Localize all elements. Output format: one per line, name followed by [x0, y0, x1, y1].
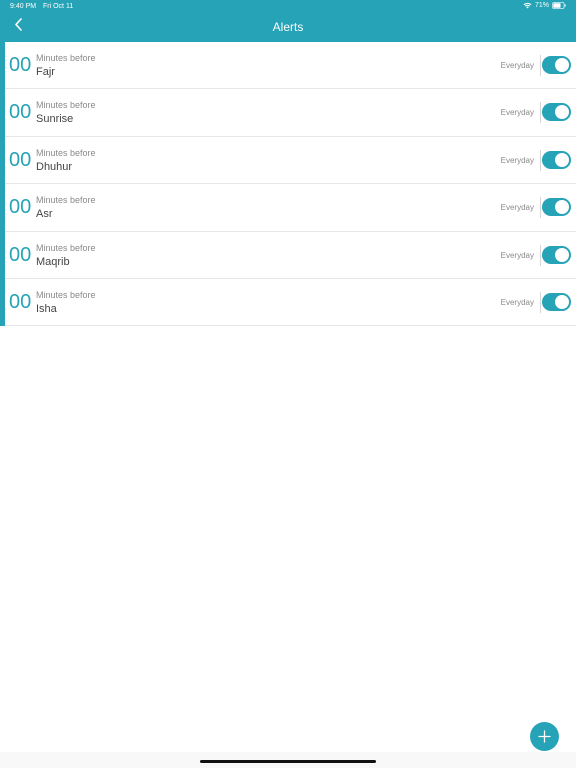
- alert-subtitle: Minutes before: [36, 53, 96, 63]
- alert-prayer-name: Fajr: [36, 66, 55, 78]
- list-item[interactable]: 00 Minutes before Dhuhur Everyday: [5, 136, 576, 185]
- alert-toggle[interactable]: [542, 245, 571, 264]
- alert-repeat: Everyday: [500, 250, 534, 260]
- list-item[interactable]: 00 Minutes before Maqrib Everyday: [5, 231, 576, 279]
- divider: [540, 102, 541, 124]
- alert-toggle[interactable]: [542, 198, 571, 217]
- alert-subtitle: Minutes before: [36, 289, 96, 300]
- status-bar: 9:40 PM Fri Oct 11 71%: [0, 0, 576, 14]
- alert-subtitle: Minutes before: [36, 147, 96, 158]
- alert-prayer-name: Dhuhur: [36, 160, 73, 173]
- toggle-knob: [555, 294, 569, 309]
- plus-icon: [538, 730, 551, 743]
- alert-minutes: 00: [9, 148, 32, 171]
- page-title: Alerts: [272, 20, 304, 34]
- battery-percent: 71%: [534, 2, 549, 9]
- alert-toggle[interactable]: [542, 103, 571, 122]
- alert-minutes: 00: [9, 290, 32, 313]
- alert-minutes: 00: [9, 54, 32, 76]
- alert-minutes: 00: [9, 101, 32, 124]
- toggle-knob: [555, 247, 569, 262]
- divider: [540, 291, 541, 313]
- alert-subtitle: Minutes before: [36, 100, 96, 111]
- alert-prayer-name: Maqrib: [36, 255, 70, 268]
- alert-repeat: Everyday: [500, 155, 534, 165]
- list-item[interactable]: 00 Minutes before Fajr Everyday: [5, 42, 576, 90]
- alert-repeat: Everyday: [500, 61, 534, 70]
- alert-list: 00 Minutes before Fajr Everyday 00 Minut…: [0, 42, 576, 327]
- list-item[interactable]: 00 Minutes before Sunrise Everyday: [5, 89, 576, 137]
- alert-prayer-name: Sunrise: [36, 113, 74, 126]
- divider: [540, 197, 541, 219]
- alert-prayer-name: Asr: [36, 208, 53, 221]
- alert-repeat: Everyday: [500, 203, 534, 213]
- divider: [540, 149, 541, 171]
- divider: [540, 55, 541, 76]
- alert-minutes: 00: [9, 196, 32, 219]
- battery-icon: [552, 2, 566, 9]
- toggle-knob: [555, 105, 569, 120]
- alert-subtitle: Minutes before: [36, 195, 96, 206]
- alert-repeat: Everyday: [500, 297, 534, 307]
- status-indicators: 71%: [523, 2, 566, 9]
- add-alert-button[interactable]: [530, 722, 559, 751]
- toggle-knob: [555, 200, 569, 215]
- alert-toggle[interactable]: [542, 150, 571, 169]
- alert-toggle[interactable]: [542, 292, 571, 311]
- list-item[interactable]: 00 Minutes before Isha Everyday: [5, 278, 576, 327]
- alert-subtitle: Minutes before: [36, 242, 96, 253]
- alert-toggle[interactable]: [542, 56, 571, 74]
- list-item[interactable]: 00 Minutes before Asr Everyday: [5, 184, 576, 232]
- toggle-knob: [555, 58, 569, 72]
- status-date: Fri Oct 11: [43, 3, 74, 10]
- header: 9:40 PM Fri Oct 11 71% Alerts: [0, 0, 576, 42]
- toggle-knob: [555, 152, 569, 167]
- alert-minutes: 00: [9, 243, 32, 266]
- wifi-icon: [523, 2, 532, 9]
- home-indicator: [200, 760, 376, 763]
- alert-repeat: Everyday: [500, 108, 534, 118]
- status-time: 9:40 PM: [10, 3, 37, 10]
- alert-prayer-name: Isha: [36, 302, 57, 315]
- divider: [540, 244, 541, 266]
